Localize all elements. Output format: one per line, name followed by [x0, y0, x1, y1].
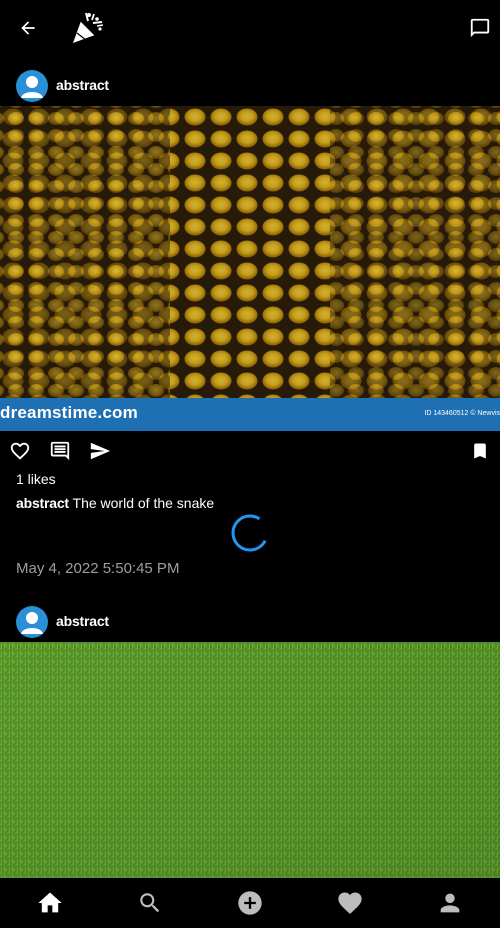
nav-search[interactable]	[100, 878, 200, 928]
post-timestamp: May 4, 2022 5:50:45 PM	[16, 560, 180, 577]
search-icon	[140, 893, 160, 913]
heart-outline-icon	[10, 442, 30, 460]
watermark-bar: dreamstime.com ID 143460512 © Newvis	[0, 398, 500, 431]
avatar[interactable]	[16, 606, 48, 638]
post-caption: abstract The world of the snake	[16, 495, 214, 511]
comment-button[interactable]	[48, 439, 72, 463]
bottom-nav	[0, 878, 500, 928]
arrow-back-icon	[21, 21, 35, 35]
save-button[interactable]	[468, 439, 492, 463]
nav-activity[interactable]	[300, 878, 400, 928]
grass-texture	[0, 642, 500, 878]
caption-text: The world of the snake	[72, 495, 215, 511]
bookmark-icon	[474, 443, 486, 459]
back-button[interactable]	[8, 8, 48, 48]
watermark-text: dreamstime.com	[0, 403, 138, 422]
snake-skin-texture	[0, 106, 500, 398]
post-header: abstract	[0, 68, 500, 104]
person-avatar-icon	[21, 76, 43, 98]
heart-icon	[338, 892, 362, 914]
post-image[interactable]	[0, 642, 500, 878]
messages-button[interactable]	[460, 8, 500, 48]
comment-icon	[50, 441, 70, 461]
app-logo	[68, 10, 106, 46]
watermark-id: ID 143460512 © Newvis	[424, 410, 500, 417]
nav-profile[interactable]	[400, 878, 500, 928]
person-avatar-icon	[21, 612, 43, 634]
app-bar	[0, 0, 500, 56]
avatar[interactable]	[16, 70, 48, 102]
share-button[interactable]	[88, 439, 112, 463]
progress-spinner-icon	[231, 514, 269, 552]
send-icon	[90, 442, 111, 460]
likes-count[interactable]: 1 likes	[16, 471, 56, 487]
home-icon	[38, 892, 62, 913]
add-circle-icon	[238, 891, 262, 915]
nav-add[interactable]	[200, 878, 300, 928]
chat-bubble-icon	[470, 18, 490, 38]
post-username[interactable]: abstract	[56, 613, 109, 629]
post-image[interactable]: dreamstime.com ID 143460512 © Newvis	[0, 106, 500, 431]
party-popper-logo	[73, 12, 104, 43]
post-username[interactable]: abstract	[56, 77, 109, 93]
caption-username[interactable]: abstract	[16, 495, 69, 511]
like-button[interactable]	[8, 439, 32, 463]
nav-home[interactable]	[0, 878, 100, 928]
person-icon	[440, 893, 460, 913]
loading-spinner	[230, 513, 270, 553]
post-header: abstract	[0, 604, 500, 640]
